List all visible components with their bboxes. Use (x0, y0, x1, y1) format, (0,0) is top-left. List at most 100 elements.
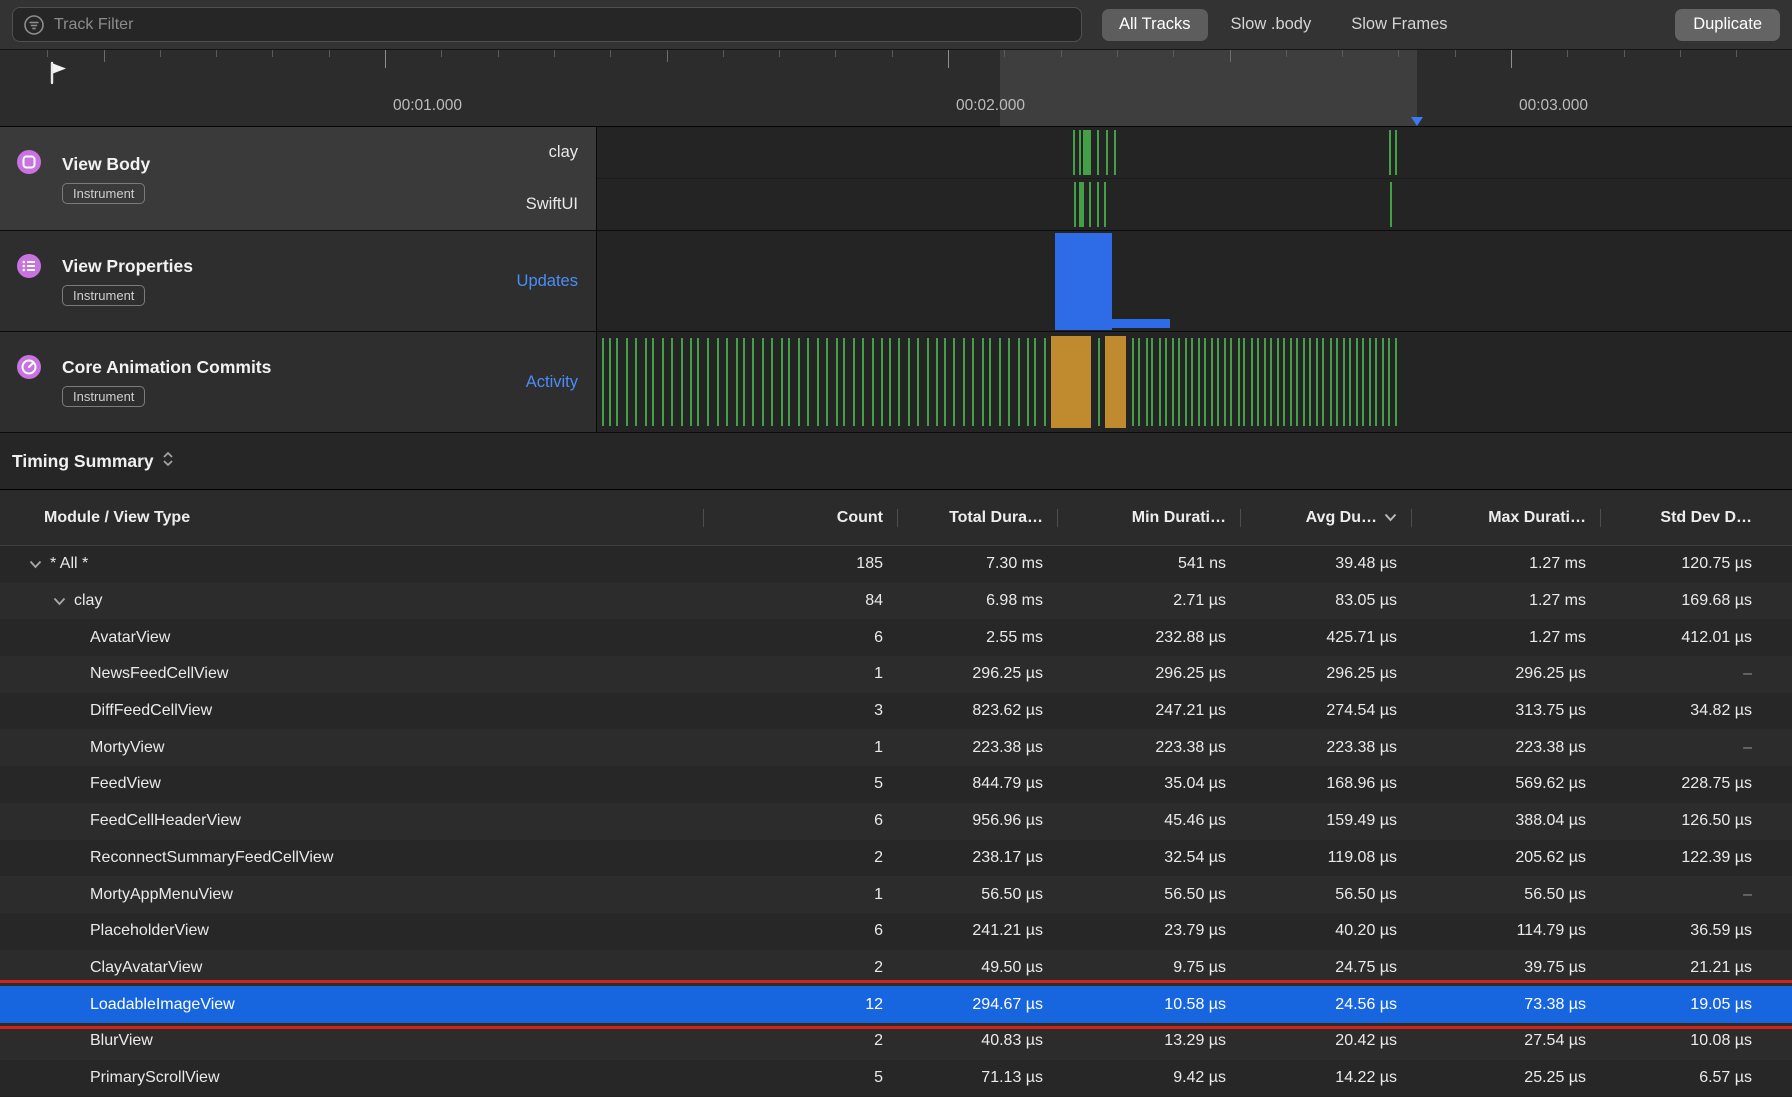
column-std-dev[interactable]: Std Dev D… (1600, 509, 1766, 527)
row-value: 35.04 µs (1057, 775, 1240, 793)
row-value: 10.58 µs (1057, 996, 1240, 1014)
interval-block[interactable] (1112, 319, 1170, 328)
table-row-mortyappmenuview[interactable]: MortyAppMenuView156.50 µs56.50 µs56.50 µ… (0, 876, 1792, 913)
table-row-blurview[interactable]: BlurView240.83 µs13.29 µs20.42 µs27.54 µ… (0, 1023, 1792, 1060)
column-avg-duration[interactable]: Avg Du… (1240, 509, 1411, 527)
interval-tick (1322, 338, 1324, 426)
row-value: 2 (703, 1032, 897, 1050)
segment-slow-body[interactable]: Slow .body (1214, 9, 1329, 41)
interval-block[interactable] (1105, 336, 1127, 428)
table-row-feedcellheaderview[interactable]: FeedCellHeaderView6956.96 µs45.46 µs159.… (0, 803, 1792, 840)
interval-tick (963, 338, 965, 426)
column-avg-duration-label: Avg Du… (1306, 509, 1377, 527)
interval-block[interactable] (1055, 233, 1112, 330)
row-name: ReconnectSummaryFeedCellView (90, 849, 333, 867)
row-value: 10.08 µs (1600, 1032, 1766, 1050)
lane-activity[interactable] (597, 332, 1792, 432)
lane-updates[interactable] (597, 231, 1792, 331)
interval-block[interactable] (1083, 130, 1090, 175)
row-value: 56.50 µs (1240, 886, 1411, 904)
duplicate-button[interactable]: Duplicate (1675, 9, 1780, 41)
ruler-tick (1624, 50, 1625, 57)
interval-tick (1106, 130, 1108, 175)
interval-tick (944, 338, 946, 426)
track-view-properties[interactable]: View Properties Instrument Updates (0, 231, 1792, 332)
interval-block[interactable] (1079, 182, 1084, 227)
interval-tick (798, 338, 800, 426)
ruler-time-label: 00:02.000 (956, 97, 1025, 115)
table-row-newsfeedcellview[interactable]: NewsFeedCellView1296.25 µs296.25 µs296.2… (0, 656, 1792, 693)
row-value: 73.38 µs (1411, 996, 1600, 1014)
column-min-duration[interactable]: Min Durati… (1057, 509, 1240, 527)
track-header-core-animation-commits[interactable]: Core Animation Commits Instrument Activi… (0, 332, 597, 432)
track-core-animation-commits[interactable]: Core Animation Commits Instrument Activi… (0, 332, 1792, 433)
row-value: 23.79 µs (1057, 922, 1240, 940)
table-row-loadableimageview[interactable]: LoadableImageView12294.67 µs10.58 µs24.5… (0, 986, 1792, 1023)
ruler-tick (667, 50, 668, 62)
interval-tick (1330, 338, 1332, 426)
toolbar: All Tracks Slow .body Slow Frames Duplic… (0, 0, 1792, 50)
row-value: 6.98 ms (897, 592, 1057, 610)
lane-clay[interactable] (597, 127, 1792, 178)
disclosure-chevron-icon[interactable] (44, 597, 74, 606)
row-value: 2 (703, 849, 897, 867)
row-value: 1 (703, 886, 897, 904)
interval-tick (1224, 338, 1226, 426)
interval-tick (889, 338, 891, 426)
track-lane-area-view-properties[interactable] (597, 231, 1792, 331)
row-value: 32.54 µs (1057, 849, 1240, 867)
track-header-view-properties[interactable]: View Properties Instrument Updates (0, 231, 597, 331)
row-value: 185 (703, 555, 897, 573)
column-module-view-type[interactable]: Module / View Type (0, 509, 703, 527)
playhead-flag-icon[interactable] (48, 61, 70, 90)
row-value: 232.88 µs (1057, 629, 1240, 647)
interval-block[interactable] (1051, 336, 1090, 428)
table-row-placeholderview[interactable]: PlaceholderView6241.21 µs23.79 µs40.20 µ… (0, 913, 1792, 950)
row-value: 40.83 µs (897, 1032, 1057, 1050)
lane-label-clay: clay (358, 127, 578, 179)
column-count[interactable]: Count (703, 509, 897, 527)
table-row-clayavatarview[interactable]: ClayAvatarView249.50 µs9.75 µs24.75 µs39… (0, 950, 1792, 987)
row-name: DiffFeedCellView (90, 702, 212, 720)
column-total-duration[interactable]: Total Dura… (897, 509, 1057, 527)
table-row-reconnectsummaryfeedcellview[interactable]: ReconnectSummaryFeedCellView2238.17 µs32… (0, 840, 1792, 877)
table-row-avatarview[interactable]: AvatarView62.55 ms232.88 µs425.71 µs1.27… (0, 619, 1792, 656)
ruler-tick (1286, 50, 1287, 57)
track-lane-area-view-body[interactable] (597, 127, 1792, 230)
row-value: 313.75 µs (1411, 702, 1600, 720)
ruler-tick (1342, 50, 1343, 57)
interval-tick (1309, 338, 1311, 426)
table-row-feedview[interactable]: FeedView5844.79 µs35.04 µs168.96 µs569.6… (0, 766, 1792, 803)
table-row-primaryscrollview[interactable]: PrimaryScrollView571.13 µs9.42 µs14.22 µ… (0, 1060, 1792, 1097)
disclosure-chevron-icon[interactable] (20, 560, 50, 569)
track-filter-input[interactable] (54, 16, 1071, 34)
row-value: 2 (703, 959, 897, 977)
interval-tick (1159, 338, 1161, 426)
table-row-clay[interactable]: clay846.98 ms2.71 µs83.05 µs1.27 ms169.6… (0, 583, 1792, 620)
timeline-ruler[interactable]: 00:01.00000:02.00000:03.000 (0, 50, 1792, 127)
selection-end-marker[interactable] (1411, 117, 1423, 126)
lane-labels: Updates (358, 231, 578, 331)
column-max-duration[interactable]: Max Durati… (1411, 509, 1600, 527)
row-value: 1.27 ms (1411, 629, 1600, 647)
segment-slow-frames[interactable]: Slow Frames (1334, 9, 1464, 41)
track-header-view-body[interactable]: View Body Instrument claySwiftUI (0, 127, 597, 230)
table-row-difffeedcellview[interactable]: DiffFeedCellView3823.62 µs247.21 µs274.5… (0, 693, 1792, 730)
interval-tick (853, 338, 855, 426)
row-value: 36.59 µs (1600, 922, 1766, 940)
segment-all-tracks[interactable]: All Tracks (1102, 9, 1208, 41)
interval-tick (1382, 338, 1384, 426)
ruler-tick (610, 50, 611, 57)
ruler-selection[interactable] (1000, 50, 1418, 126)
table-row-mortyview[interactable]: MortyView1223.38 µs223.38 µs223.38 µs223… (0, 729, 1792, 766)
row-name: ClayAvatarView (90, 959, 202, 977)
interval-tick (843, 338, 845, 426)
track-lane-area-core-animation[interactable] (597, 332, 1792, 432)
track-view-body[interactable]: View Body Instrument claySwiftUI (0, 127, 1792, 231)
table-row-all[interactable]: * All *1857.30 ms541 ns39.48 µs1.27 ms12… (0, 546, 1792, 583)
track-filter-field[interactable] (12, 7, 1082, 42)
interval-tick (1316, 338, 1318, 426)
lane-swiftui[interactable] (597, 178, 1792, 230)
interval-tick (788, 338, 790, 426)
timing-summary-selector[interactable]: Timing Summary (12, 450, 174, 473)
